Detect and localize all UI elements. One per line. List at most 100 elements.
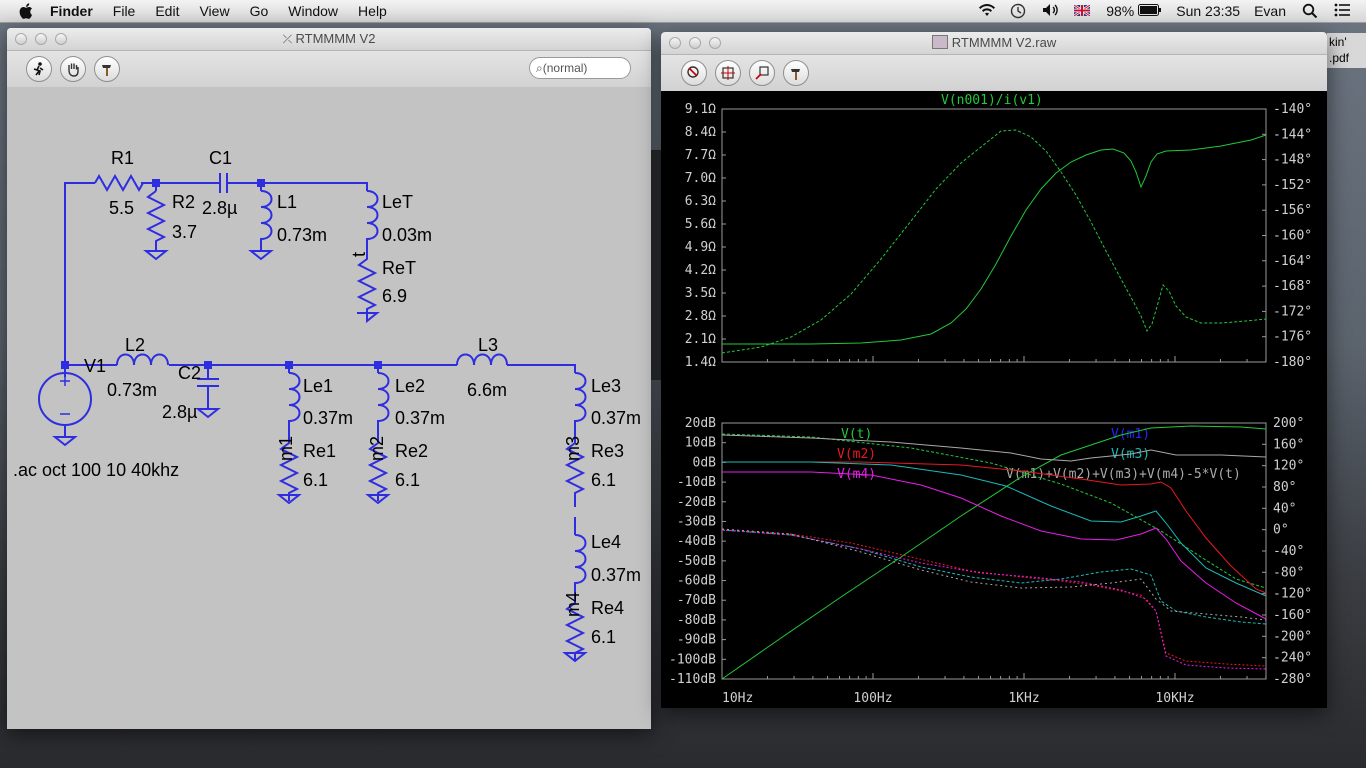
spice-directive[interactable]: .ac oct 100 10 40khz	[13, 460, 179, 480]
minimize-button[interactable]	[689, 37, 701, 49]
search-icon: ⌕	[536, 61, 543, 75]
resistor-r2[interactable]	[145, 190, 167, 247]
x-tick-label: 1KHz	[1008, 691, 1039, 706]
desktop-file-label-line1: kin'	[1329, 35, 1347, 49]
junction-dot	[204, 361, 212, 369]
close-button[interactable]	[669, 37, 681, 49]
vt-magnitude-trace[interactable]	[721, 425, 1267, 680]
label-let-value: 0.03m	[382, 225, 432, 245]
clock[interactable]: Sun 23:35	[1176, 3, 1240, 19]
menu-file[interactable]: File	[113, 3, 136, 19]
vt-phase-trace[interactable]	[721, 433, 1267, 589]
ground-ret	[357, 312, 380, 324]
inductor-l2[interactable]	[116, 353, 169, 366]
vm3-magnitude-trace[interactable]	[722, 461, 1267, 597]
net-label-m4: m4	[563, 592, 583, 617]
capacitor-c2[interactable]	[197, 378, 219, 409]
zoom-full-icon[interactable]	[715, 60, 741, 86]
inductor-let[interactable]	[366, 190, 379, 251]
impedance-magnitude-trace[interactable]	[722, 134, 1267, 345]
sum-magnitude-trace[interactable]	[721, 434, 1267, 462]
halt-hand-icon[interactable]	[60, 56, 86, 82]
label-re1-name: Re1	[303, 441, 336, 461]
menu-help[interactable]: Help	[358, 3, 387, 19]
inductor-le3[interactable]	[574, 372, 587, 439]
y2-tick-label: -144°	[1273, 127, 1312, 142]
waveform-toolbar	[661, 55, 1327, 92]
label-l2-value: 0.73m	[107, 380, 157, 400]
input-flag-icon[interactable]	[1073, 3, 1092, 19]
menu-edit[interactable]: Edit	[155, 3, 179, 19]
inductor-l3[interactable]	[456, 353, 508, 366]
waveform-titlebar[interactable]: RTMMMM V2.raw	[661, 32, 1327, 55]
ground-r2	[143, 247, 169, 261]
wifi-icon[interactable]	[978, 3, 996, 19]
resistor-ret[interactable]	[356, 251, 378, 319]
y2-tick-label: -200°	[1273, 629, 1312, 644]
inductor-le2[interactable]	[377, 372, 390, 439]
schematic-canvas[interactable]: R1 5.5 C1 2.8µ R2 3.7 L1 0.73m LeT 0.03m…	[7, 87, 651, 729]
net-label-m1: m1	[276, 436, 296, 461]
zoom-back-icon[interactable]	[749, 60, 775, 86]
legend-vm2[interactable]: V(m2)	[837, 447, 876, 462]
hammer-icon[interactable]	[783, 60, 809, 86]
user-name[interactable]: Evan	[1254, 3, 1286, 19]
schematic-titlebar[interactable]: ⤫ RTMMMM V2	[7, 28, 651, 51]
top-trace-label[interactable]: V(n001)/i(v1)	[941, 93, 1043, 108]
waveform-window[interactable]: RTMMMM V2.raw V(n001)/i(v1) 9.1Ω 8.4Ω 7.7Ω…	[661, 32, 1327, 708]
zoom-button[interactable]	[55, 33, 67, 45]
axis-ticks	[721, 108, 1267, 680]
y2-tick-label: -164°	[1273, 254, 1312, 269]
label-le3-name: Le3	[591, 376, 621, 396]
spotlight-search-icon[interactable]	[1302, 3, 1320, 19]
menu-view[interactable]: View	[199, 3, 229, 19]
raw-file-icon	[931, 35, 948, 49]
schematic-window[interactable]: ⤫ RTMMMM V2 ⌕(normal) R1 5.5 C1 2.8µ R2 …	[7, 28, 651, 729]
impedance-phase-trace[interactable]	[721, 129, 1267, 354]
zoom-cancel-icon[interactable]	[681, 60, 707, 86]
capacitor-c1[interactable]	[217, 173, 230, 193]
battery-icon[interactable]	[1138, 3, 1162, 19]
label-l2-name: L2	[125, 335, 145, 355]
bottom-pane-frame	[721, 422, 1267, 680]
plot-area[interactable]: V(n001)/i(v1) 9.1Ω 8.4Ω 7.7Ω 7.0Ω 6.3Ω 5.6Ω 4.…	[661, 91, 1327, 708]
inductor-l1[interactable]	[260, 190, 273, 247]
volume-icon[interactable]	[1042, 3, 1060, 19]
zoom-button[interactable]	[709, 37, 721, 49]
y-tick-label: 7.7Ω	[685, 148, 716, 163]
vm4-phase-trace[interactable]	[721, 529, 1267, 670]
junction-dot	[257, 179, 265, 187]
menu-window[interactable]: Window	[288, 3, 338, 19]
y-tick-label: -20dB	[677, 495, 716, 510]
label-le1-name: Le1	[303, 376, 333, 396]
top-left-tick-labels: 9.1Ω 8.4Ω 7.7Ω 7.0Ω 6.3Ω 5.6Ω 4.9Ω 4.2Ω 3.5Ω 2.8Ω…	[685, 102, 716, 370]
resistor-r1[interactable]	[94, 173, 144, 193]
vm2-phase-trace[interactable]	[721, 529, 1267, 667]
inductor-le4[interactable]	[574, 534, 587, 599]
menu-go[interactable]: Go	[250, 3, 269, 19]
vm3-phase-trace[interactable]	[721, 529, 1267, 625]
voltage-source-v1[interactable]	[38, 372, 92, 437]
y2-tick-label: -152°	[1273, 178, 1312, 193]
desktop-file-label[interactable]: kin' .pdf	[1327, 33, 1366, 68]
junction-dot	[374, 361, 382, 369]
label-le2-value: 0.37m	[395, 408, 445, 428]
time-machine-icon[interactable]	[1010, 3, 1028, 19]
ground-l1	[248, 247, 274, 261]
minimize-button[interactable]	[35, 33, 47, 45]
notification-center-icon[interactable]	[1334, 3, 1352, 19]
run-icon[interactable]	[26, 56, 52, 82]
net-label-m2: m2	[367, 436, 387, 461]
y2-tick-label: -160°	[1273, 229, 1312, 244]
menu-app-name[interactable]: Finder	[50, 3, 93, 19]
hammer-icon[interactable]	[94, 56, 120, 82]
label-re4-name: Re4	[591, 598, 624, 618]
apple-menu-icon[interactable]	[18, 2, 36, 20]
legend-sum[interactable]: V(m1)+V(m2)+V(m3)+V(m4)-5*V(t)	[1006, 467, 1241, 482]
search-field[interactable]: ⌕(normal)	[529, 57, 631, 79]
label-c1-value: 2.8µ	[202, 198, 237, 218]
close-button[interactable]	[15, 33, 27, 45]
inductor-le1[interactable]	[288, 372, 301, 439]
label-r1-name: R1	[111, 148, 134, 168]
battery-percent[interactable]: 98%	[1106, 3, 1134, 19]
